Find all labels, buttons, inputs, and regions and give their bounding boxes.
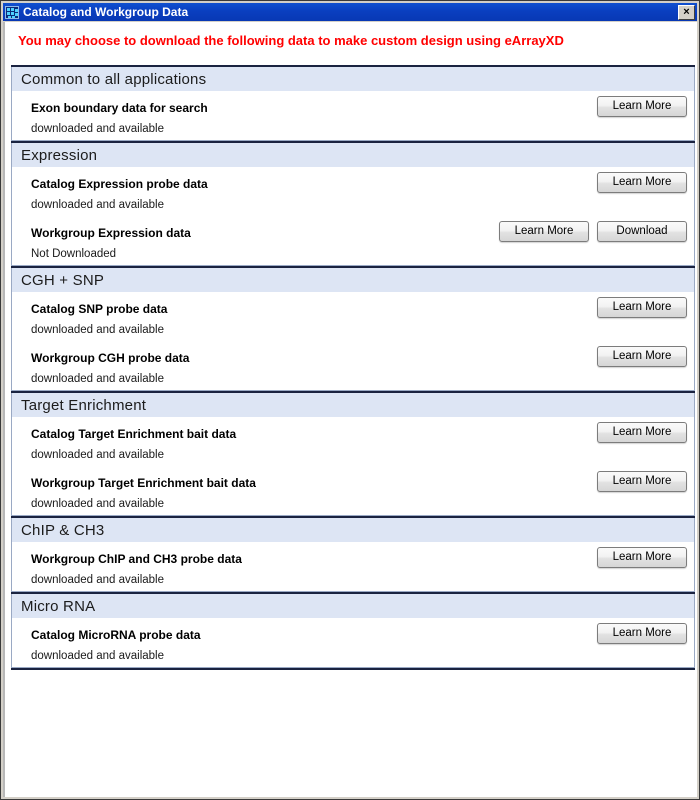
- section-header: ChIP & CH3: [11, 518, 695, 542]
- item-button-group: Learn More: [597, 297, 687, 318]
- data-sections-panel: Common to all applications Exon boundary …: [11, 65, 695, 670]
- section-title: Target Enrichment: [21, 396, 147, 414]
- item-button-group: Learn More: [597, 623, 687, 644]
- learn-more-button[interactable]: Learn More: [597, 297, 687, 318]
- item-status: downloaded and available: [31, 498, 164, 510]
- section-body: Catalog Target Enrichment bait data downl…: [11, 417, 695, 516]
- item-status: Not Downloaded: [31, 248, 117, 260]
- section-body: Catalog Expression probe data downloaded …: [11, 167, 695, 266]
- learn-more-button[interactable]: Learn More: [597, 346, 687, 367]
- learn-more-button[interactable]: Learn More: [597, 96, 687, 117]
- section-title: Micro RNA: [21, 597, 96, 615]
- data-section: Common to all applications Exon boundary …: [11, 65, 695, 141]
- section-header: Expression: [11, 143, 695, 167]
- learn-more-button[interactable]: Learn More: [597, 172, 687, 193]
- item-status: downloaded and available: [31, 574, 164, 586]
- data-item-row: Workgroup Expression data Not Downloaded L…: [12, 216, 694, 265]
- data-section: Expression Catalog Expression probe data d…: [11, 141, 695, 266]
- data-item-row: Workgroup ChIP and CH3 probe data downloa…: [12, 542, 694, 591]
- data-item-row: Catalog Target Enrichment bait data downl…: [12, 417, 694, 466]
- notice-text: You may choose to download the following…: [18, 33, 564, 48]
- item-button-group: Learn More: [597, 346, 687, 367]
- data-item-row: Workgroup CGH probe data downloaded and a…: [12, 341, 694, 390]
- item-title: Workgroup Target Enrichment bait data: [31, 476, 256, 490]
- catalog-workgroup-data-window: Catalog and Workgroup Data × You may cho…: [0, 0, 700, 800]
- section-header: Micro RNA: [11, 594, 695, 618]
- section-title: Expression: [21, 146, 98, 164]
- item-status: downloaded and available: [31, 650, 164, 662]
- microarray-icon: [5, 5, 19, 19]
- item-status: downloaded and available: [31, 123, 164, 135]
- data-section: Micro RNA Catalog MicroRNA probe data down…: [11, 592, 695, 670]
- close-icon[interactable]: ×: [678, 4, 695, 20]
- item-button-group: Learn More: [597, 422, 687, 443]
- item-button-group: Learn More: [597, 172, 687, 193]
- data-item-row: Workgroup Target Enrichment bait data dow…: [12, 466, 694, 515]
- item-status: downloaded and available: [31, 449, 164, 461]
- learn-more-button[interactable]: Learn More: [499, 221, 589, 242]
- section-body: Workgroup ChIP and CH3 probe data downloa…: [11, 542, 695, 592]
- section-title: ChIP & CH3: [21, 521, 105, 539]
- learn-more-button[interactable]: Learn More: [597, 623, 687, 644]
- data-section: CGH + SNP Catalog SNP probe data downloade…: [11, 266, 695, 391]
- item-status: downloaded and available: [31, 373, 164, 385]
- data-item-row: Catalog MicroRNA probe data downloaded an…: [12, 618, 694, 667]
- item-title: Workgroup CGH probe data: [31, 351, 190, 365]
- learn-more-button[interactable]: Learn More: [597, 547, 687, 568]
- data-item-row: Catalog Expression probe data downloaded …: [12, 167, 694, 216]
- item-title: Exon boundary data for search: [31, 101, 208, 115]
- item-title: Catalog SNP probe data: [31, 302, 168, 316]
- item-button-group: Learn More: [597, 471, 687, 492]
- section-body: Exon boundary data for search downloaded …: [11, 91, 695, 141]
- section-title: CGH + SNP: [21, 271, 105, 289]
- item-title: Workgroup Expression data: [31, 226, 191, 240]
- data-section: ChIP & CH3 Workgroup ChIP and CH3 probe d…: [11, 516, 695, 592]
- item-status: downloaded and available: [31, 199, 164, 211]
- item-title: Catalog Expression probe data: [31, 177, 208, 191]
- item-button-group: Learn More Download: [499, 221, 687, 242]
- data-item-row: Catalog SNP probe data downloaded and ava…: [12, 292, 694, 341]
- data-item-row: Exon boundary data for search downloaded …: [12, 91, 694, 140]
- section-header: Common to all applications: [11, 67, 695, 91]
- section-header: CGH + SNP: [11, 268, 695, 292]
- section-header: Target Enrichment: [11, 393, 695, 417]
- item-title: Catalog Target Enrichment bait data: [31, 427, 237, 441]
- learn-more-button[interactable]: Learn More: [597, 471, 687, 492]
- item-status: downloaded and available: [31, 324, 164, 336]
- section-body: Catalog MicroRNA probe data downloaded an…: [11, 618, 695, 668]
- item-button-group: Learn More: [597, 96, 687, 117]
- section-title: Common to all applications: [21, 70, 207, 88]
- section-body: Catalog SNP probe data downloaded and ava…: [11, 292, 695, 391]
- window-title: Catalog and Workgroup Data: [23, 5, 189, 19]
- download-button[interactable]: Download: [597, 221, 687, 242]
- learn-more-button[interactable]: Learn More: [597, 422, 687, 443]
- item-title: Catalog MicroRNA probe data: [31, 628, 201, 642]
- data-section: Target Enrichment Catalog Target Enrichme…: [11, 391, 695, 516]
- window-client-area: You may choose to download the following…: [3, 22, 697, 797]
- title-bar: Catalog and Workgroup Data ×: [3, 3, 697, 21]
- item-button-group: Learn More: [597, 547, 687, 568]
- item-title: Workgroup ChIP and CH3 probe data: [31, 552, 242, 566]
